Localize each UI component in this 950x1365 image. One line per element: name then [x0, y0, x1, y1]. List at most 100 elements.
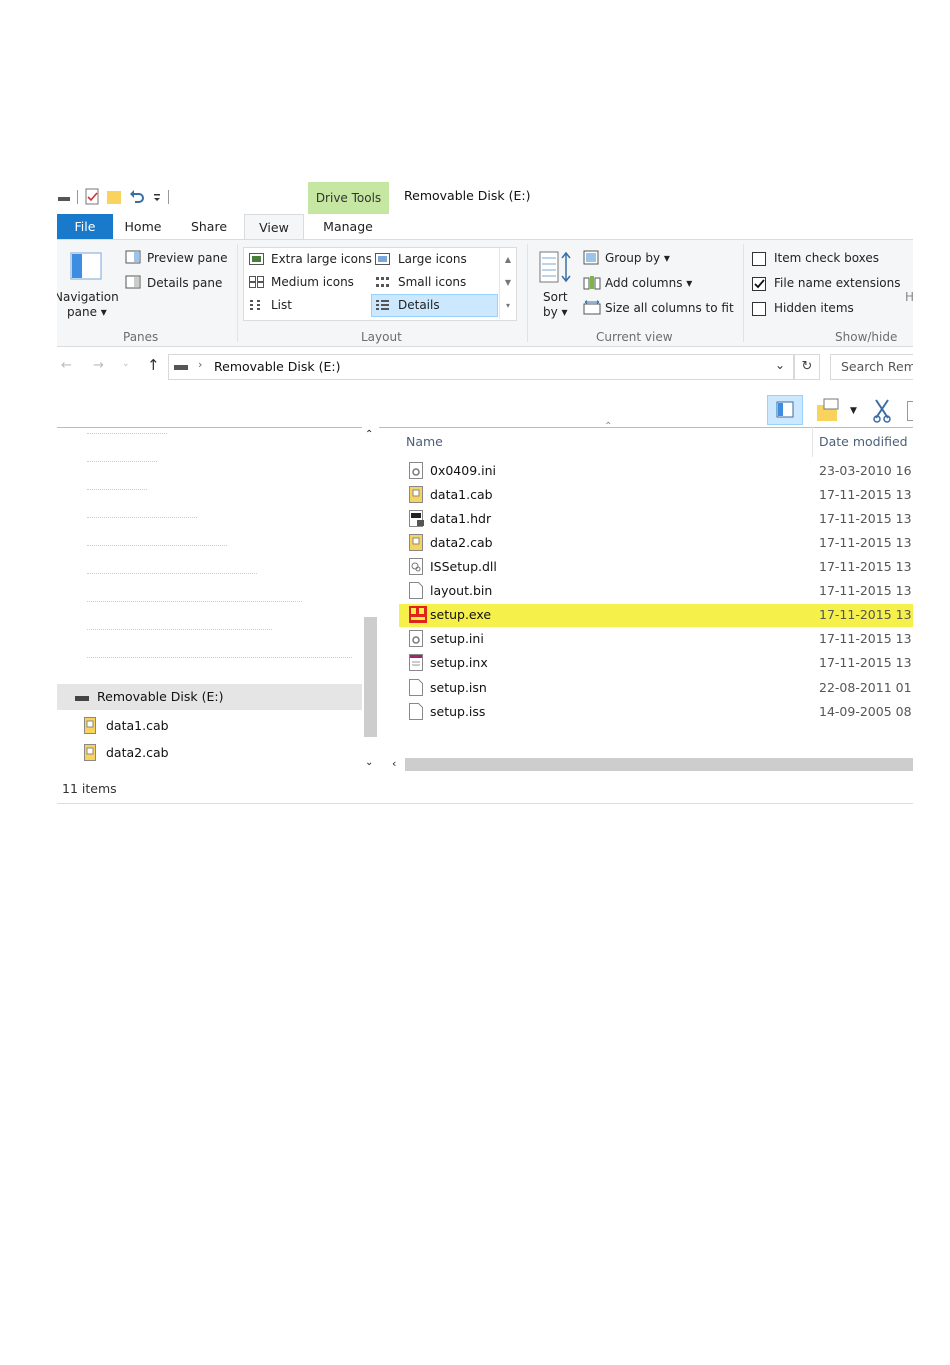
- nav-item-faded[interactable]: [87, 657, 352, 664]
- nav-item-data1-cab[interactable]: data1.cab: [57, 713, 362, 739]
- file-row[interactable]: setup.inx 17-11-2015 13:5: [399, 652, 913, 675]
- quick-access-toolbar: [57, 186, 169, 208]
- file-date-modified: 17-11-2015 13:5: [819, 535, 913, 550]
- current-view-group-label: Current view: [596, 330, 673, 344]
- tab-view[interactable]: View: [244, 214, 304, 240]
- back-arrow-icon[interactable]: ←: [61, 358, 72, 373]
- nav-item-faded[interactable]: [87, 601, 302, 608]
- file-row[interactable]: data1.hdr 17-11-2015 13:5: [399, 508, 913, 531]
- file-name[interactable]: setup.inx: [430, 655, 488, 670]
- file-name[interactable]: setup.iss: [430, 704, 485, 719]
- layout-gallery-scroll[interactable]: ▲ ▼ ▾: [499, 248, 516, 319]
- layout-list[interactable]: List: [271, 298, 292, 312]
- layout-large-icons[interactable]: Large icons: [398, 252, 467, 266]
- refresh-icon[interactable]: ↻: [794, 354, 820, 380]
- item-check-boxes-checkbox[interactable]: [752, 252, 766, 266]
- file-name[interactable]: setup.isn: [430, 680, 487, 695]
- navigation-pane-icon[interactable]: [70, 252, 102, 280]
- file-row[interactable]: 0x0409.ini 23-03-2010 16:4: [399, 460, 913, 483]
- tab-manage[interactable]: Manage: [312, 214, 384, 239]
- file-row[interactable]: setup.iss 14-09-2005 08:5: [399, 701, 913, 724]
- group-by-button[interactable]: Group by ▾: [605, 251, 670, 265]
- file-name[interactable]: 0x0409.ini: [430, 463, 496, 478]
- file-name[interactable]: data1.cab: [430, 487, 493, 502]
- properties-icon[interactable]: [84, 188, 100, 206]
- breadcrumb-chevron-icon[interactable]: ›: [198, 358, 202, 371]
- file-date-modified: 17-11-2015 13:5: [819, 559, 913, 574]
- nav-item-faded[interactable]: [87, 433, 167, 440]
- layout-medium-icons[interactable]: Medium icons: [271, 275, 354, 289]
- file-name[interactable]: ISSetup.dll: [430, 559, 497, 574]
- breadcrumb-path[interactable]: Removable Disk (E:): [214, 359, 340, 374]
- scroll-thumb[interactable]: [364, 617, 377, 737]
- folder-properties-icon[interactable]: [816, 397, 840, 423]
- search-input[interactable]: Search Rem: [830, 354, 913, 380]
- panes-group-label: Panes: [123, 330, 159, 344]
- dropdown-arrow-icon[interactable]: ▼: [850, 406, 857, 416]
- file-date-modified: 14-09-2005 08:5: [819, 704, 913, 719]
- layout-details[interactable]: Details: [398, 298, 440, 312]
- scroll-left-icon[interactable]: ‹: [392, 757, 396, 770]
- sort-by-icon[interactable]: [539, 250, 573, 286]
- nav-item-faded[interactable]: [87, 461, 157, 468]
- tab-home[interactable]: Home: [117, 214, 169, 239]
- size-all-columns-button[interactable]: Size all columns to fit: [605, 301, 734, 315]
- tab-file[interactable]: File: [57, 214, 113, 239]
- forward-arrow-icon[interactable]: →: [93, 358, 104, 373]
- nav-item-data2-cab[interactable]: data2.cab: [57, 740, 362, 766]
- item-check-boxes-label: Item check boxes: [774, 251, 880, 265]
- hidden-items-checkbox[interactable]: [752, 302, 766, 316]
- recent-locations-icon[interactable]: ⌄: [122, 359, 130, 369]
- file-name[interactable]: layout.bin: [430, 583, 492, 598]
- column-header-date-modified[interactable]: Date modified: [819, 434, 908, 449]
- cut-icon[interactable]: [872, 398, 892, 424]
- drive-icon[interactable]: [57, 190, 71, 204]
- file-row[interactable]: setup.exe 17-11-2015 13:5: [399, 604, 913, 627]
- file-name[interactable]: data2.cab: [430, 535, 493, 550]
- extra-large-icons-icon: [249, 253, 264, 265]
- tab-share[interactable]: Share: [183, 214, 235, 239]
- nav-item-removable-disk[interactable]: Removable Disk (E:): [57, 684, 362, 710]
- dll-file-icon: [409, 558, 423, 575]
- scroll-up-icon[interactable]: ⌃: [365, 429, 373, 440]
- item-count: 11 items: [62, 781, 117, 796]
- layout-small-icons[interactable]: Small icons: [398, 275, 466, 289]
- details-pane-button[interactable]: Details pane: [147, 276, 222, 290]
- file-row[interactable]: layout.bin 17-11-2015 13:5: [399, 580, 913, 603]
- nav-scrollbar[interactable]: ⌃ ⌄: [362, 427, 379, 773]
- horizontal-scrollbar[interactable]: ‹: [387, 756, 913, 773]
- file-row[interactable]: setup.isn 22-08-2011 01:4: [399, 677, 913, 700]
- copy-icon[interactable]: [907, 401, 913, 421]
- navigation-pane-label-2[interactable]: pane ▾: [67, 305, 107, 319]
- nav-item-faded[interactable]: [87, 489, 147, 496]
- scroll-down-icon[interactable]: ⌄: [365, 757, 373, 768]
- sort-by-label[interactable]: Sort: [543, 290, 568, 304]
- file-row[interactable]: data2.cab 17-11-2015 13:5: [399, 532, 913, 555]
- navigation-pane-label[interactable]: Navigation: [57, 290, 119, 304]
- up-arrow-icon[interactable]: ↑: [147, 356, 160, 374]
- script-file-icon: [409, 654, 423, 671]
- nav-item-faded[interactable]: [87, 517, 197, 524]
- preview-pane-toggle[interactable]: [767, 395, 803, 425]
- sort-by-label-2[interactable]: by ▾: [543, 305, 568, 319]
- preview-pane-button[interactable]: Preview pane: [147, 251, 227, 265]
- address-bar[interactable]: › Removable Disk (E:) ⌄: [168, 354, 794, 380]
- file-row[interactable]: ISSetup.dll 17-11-2015 13:5: [399, 556, 913, 579]
- layout-extra-large-icons[interactable]: Extra large icons: [271, 252, 372, 266]
- scroll-thumb[interactable]: [405, 758, 913, 771]
- file-name[interactable]: data1.hdr: [430, 511, 491, 526]
- new-folder-icon[interactable]: [106, 188, 122, 206]
- nav-item-faded[interactable]: [87, 573, 257, 580]
- file-name[interactable]: setup.ini: [430, 631, 484, 646]
- file-name[interactable]: setup.exe: [430, 607, 491, 622]
- column-header-name[interactable]: Name: [406, 434, 443, 449]
- address-dropdown-icon[interactable]: ⌄: [775, 358, 785, 372]
- nav-item-faded[interactable]: [87, 545, 227, 552]
- file-row[interactable]: data1.cab 17-11-2015 13:5: [399, 484, 913, 507]
- customize-toolbar-icon[interactable]: [152, 190, 162, 204]
- file-name-extensions-checkbox[interactable]: [752, 277, 766, 291]
- undo-icon[interactable]: [128, 188, 146, 206]
- file-row[interactable]: setup.ini 17-11-2015 13:5: [399, 628, 913, 651]
- add-columns-button[interactable]: Add columns ▾: [605, 276, 692, 290]
- nav-item-faded[interactable]: [87, 629, 272, 636]
